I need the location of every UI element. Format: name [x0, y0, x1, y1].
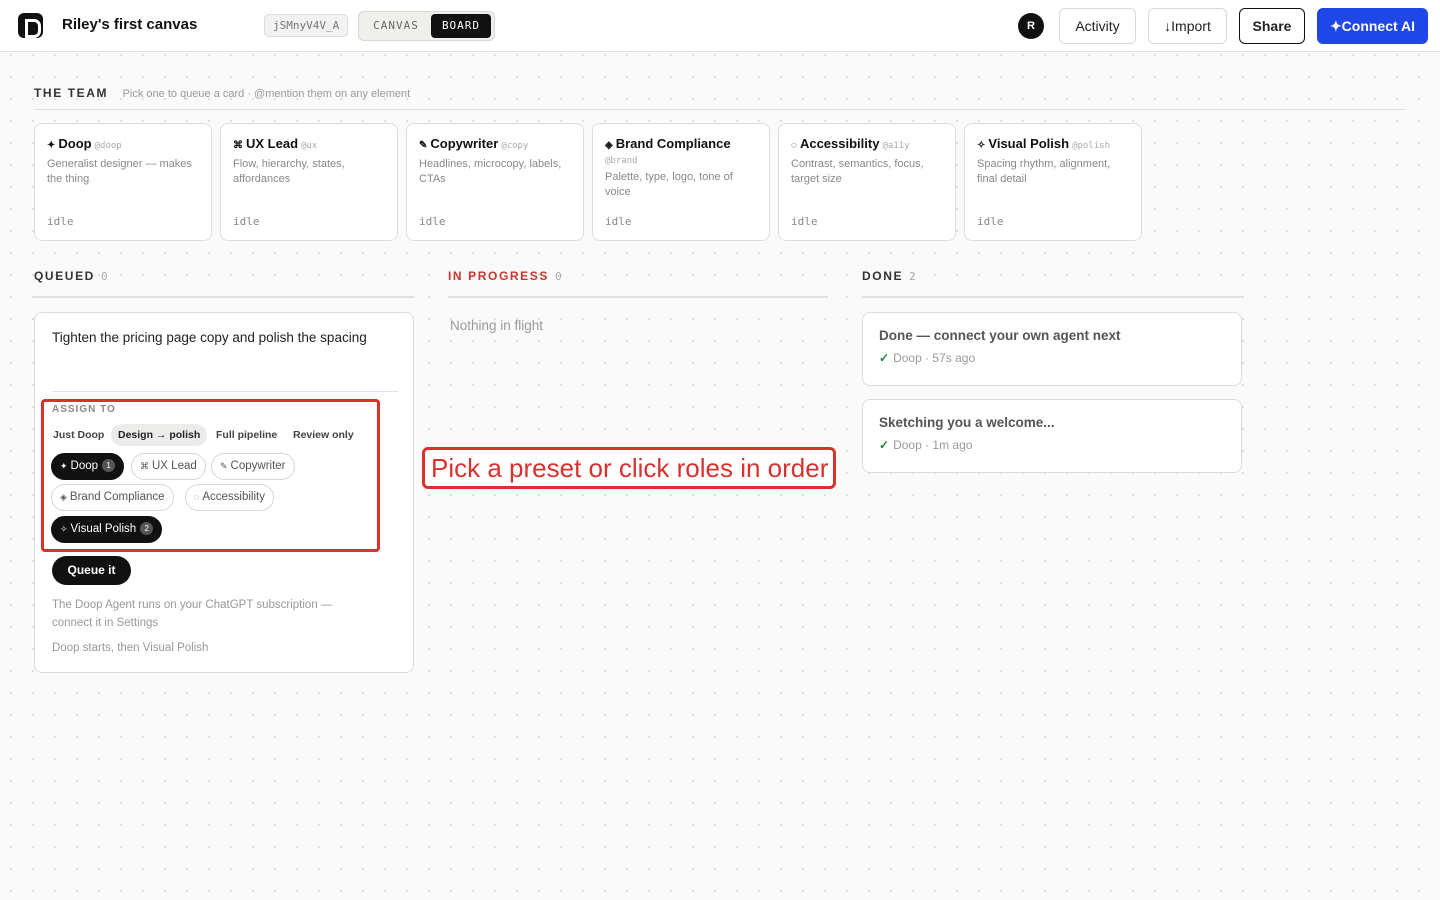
top-bar: Riley's first canvas jSMnyV4V_A CANVAS B… — [0, 0, 1440, 52]
circle-icon: ◌ — [791, 140, 797, 151]
agent-card-visual-polish[interactable]: ✧ Visual Polish @polish Spacing rhythm, al… — [964, 123, 1142, 241]
agent-status: idle — [47, 215, 74, 228]
agent-card-copywriter[interactable]: ✎ Copywriter @copy Headlines, microcopy, l… — [406, 123, 584, 241]
queue-order-summary: Doop starts, then Visual Polish — [52, 642, 209, 654]
annotation-callout: Pick a preset or click roles in order — [422, 447, 836, 489]
composer-divider — [52, 391, 398, 392]
column-header-queued: QUEUED 0 — [34, 269, 108, 283]
agent-status: idle — [605, 215, 632, 228]
check-icon: ✓ — [879, 351, 890, 365]
queue-it-button[interactable]: Queue it — [52, 556, 131, 585]
column-title: QUEUED — [34, 269, 95, 283]
agent-handle: @copy — [501, 141, 529, 151]
column-count: 0 — [100, 270, 108, 283]
highlight-box — [41, 399, 380, 552]
agent-status: idle — [977, 215, 1004, 228]
agent-handle: @polish — [1072, 141, 1111, 151]
column-title: DONE — [862, 269, 904, 283]
tab-canvas[interactable]: CANVAS — [362, 14, 430, 38]
app-logo[interactable] — [18, 13, 43, 38]
team-title: THE TEAM — [34, 86, 109, 100]
team-header: THE TEAM Pick one to queue a card · @men… — [34, 84, 410, 102]
done-card-time: · 57s ago — [925, 351, 976, 365]
column-count: 0 — [554, 270, 562, 283]
sparkle-icon: ✦ — [47, 140, 56, 151]
agent-handle: @doop — [94, 141, 122, 151]
agent-status: idle — [233, 215, 260, 228]
share-button[interactable]: Share — [1239, 8, 1305, 44]
tab-board[interactable]: BOARD — [431, 14, 491, 38]
agent-handle: @brand — [605, 156, 638, 166]
agent-card-doop[interactable]: ✦ Doop @doop Generalist designer — makes t… — [34, 123, 212, 241]
done-card[interactable]: Done — connect your own agent next ✓ Doop… — [862, 312, 1242, 386]
done-card-title: Sketching you a welcome... — [879, 415, 1055, 430]
agent-handle: @a11y — [882, 141, 910, 151]
activity-button[interactable]: Activity — [1059, 8, 1136, 44]
command-icon: ⌘ — [233, 140, 243, 151]
agent-description: Contrast, semantics, focus, target size — [791, 158, 924, 185]
canvas-title[interactable]: Riley's first canvas — [62, 16, 197, 33]
column-header-in-progress: IN PROGRESS 0 — [448, 269, 562, 283]
pencil-icon: ✎ — [419, 140, 428, 151]
view-toggle: CANVAS BOARD — [358, 11, 495, 41]
done-card-title: Done — connect your own agent next — [879, 328, 1121, 343]
column-header-done: DONE 2 — [862, 269, 916, 283]
agent-description: Flow, hierarchy, states, affordances — [233, 158, 345, 185]
column-title: IN PROGRESS — [448, 269, 549, 283]
diamond-icon: ◈ — [605, 140, 613, 151]
team-hint: Pick one to queue a card · @mention them… — [122, 88, 411, 100]
agent-name: UX Lead — [246, 136, 299, 151]
column-divider — [862, 296, 1242, 298]
done-card-time: · 1m ago — [925, 438, 973, 452]
agent-description: Headlines, microcopy, labels, CTAs — [419, 158, 562, 185]
check-icon: ✓ — [879, 438, 890, 452]
star-icon: ✧ — [977, 140, 986, 151]
agent-name: Brand Compliance — [615, 136, 731, 151]
avatar[interactable]: R — [1018, 13, 1044, 39]
agent-name: Copywriter — [430, 136, 499, 151]
agent-description: Generalist designer — makes the thing — [47, 158, 192, 185]
in-progress-empty-state: Nothing in flight — [450, 318, 544, 333]
agent-card-ux-lead[interactable]: ⌘ UX Lead @ux Flow, hierarchy, states, aff… — [220, 123, 398, 241]
column-divider — [34, 296, 414, 298]
agent-handle: @ux — [301, 141, 318, 151]
agent-description: Palette, type, logo, tone of voice — [605, 171, 733, 198]
agent-name: Accessibility — [799, 136, 880, 151]
done-card[interactable]: Sketching you a welcome... ✓ Doop · 1m ag… — [862, 399, 1242, 473]
agent-status: idle — [419, 215, 446, 228]
agent-status: idle — [791, 215, 818, 228]
agent-card-brand-compliance[interactable]: ◈ Brand Compliance @brand Palette, type, … — [592, 123, 770, 241]
canvas-id-badge[interactable]: jSMnyV4V_A — [264, 14, 349, 37]
done-card-agent: Doop — [893, 438, 922, 452]
agent-name: Visual Polish — [988, 136, 1070, 151]
agent-card-accessibility[interactable]: ◌ Accessibility @a11y Contrast, semantics,… — [778, 123, 956, 241]
card-text-input[interactable]: Tighten the pricing page copy and polish… — [52, 330, 367, 345]
agent-subscription-note: The Doop Agent runs on your ChatGPT subs… — [52, 599, 333, 629]
connect-ai-button[interactable]: ✦Connect AI — [1317, 8, 1428, 44]
agent-description: Spacing rhythm, alignment, final detail — [977, 158, 1111, 185]
column-count: 2 — [909, 270, 916, 283]
team-divider — [34, 109, 1406, 110]
column-divider — [448, 296, 828, 298]
agent-name: Doop — [58, 136, 92, 151]
import-button[interactable]: ↓Import — [1148, 8, 1227, 44]
done-card-agent: Doop — [893, 351, 922, 365]
